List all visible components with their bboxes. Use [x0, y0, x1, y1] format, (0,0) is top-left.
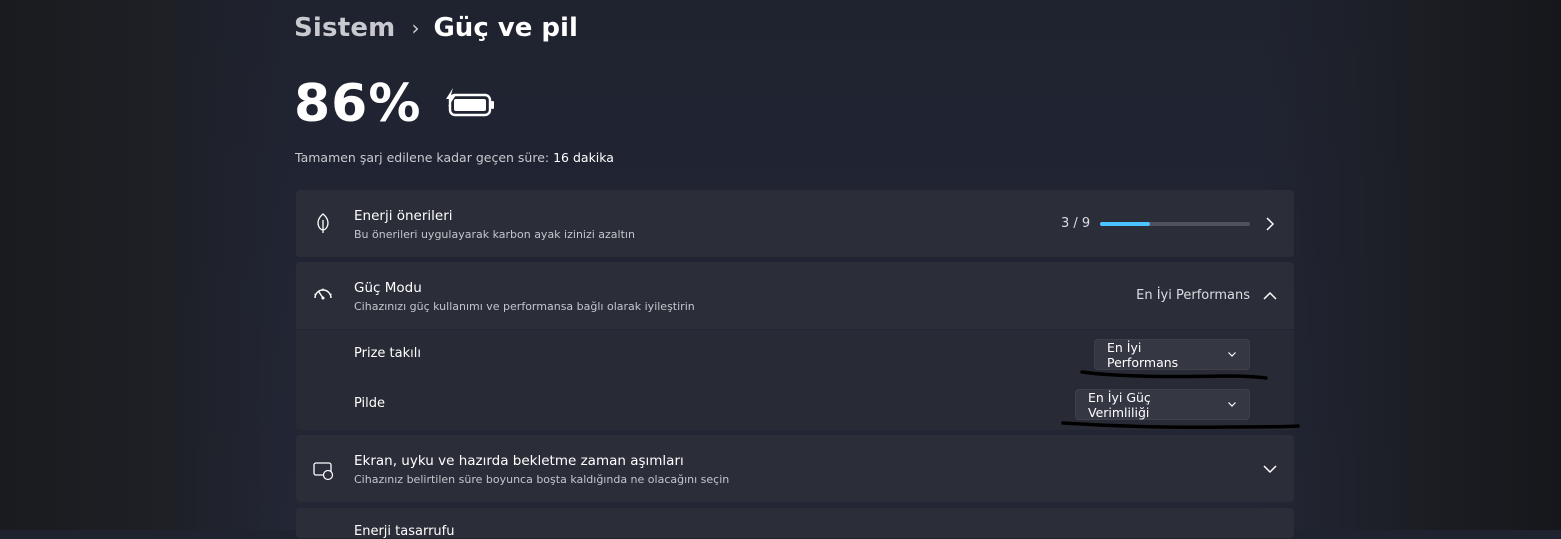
settings-page: Sistem › Güç ve pil 86% Tamamen şarj edi…	[0, 0, 1561, 539]
ink-annotation	[1061, 370, 1300, 430]
